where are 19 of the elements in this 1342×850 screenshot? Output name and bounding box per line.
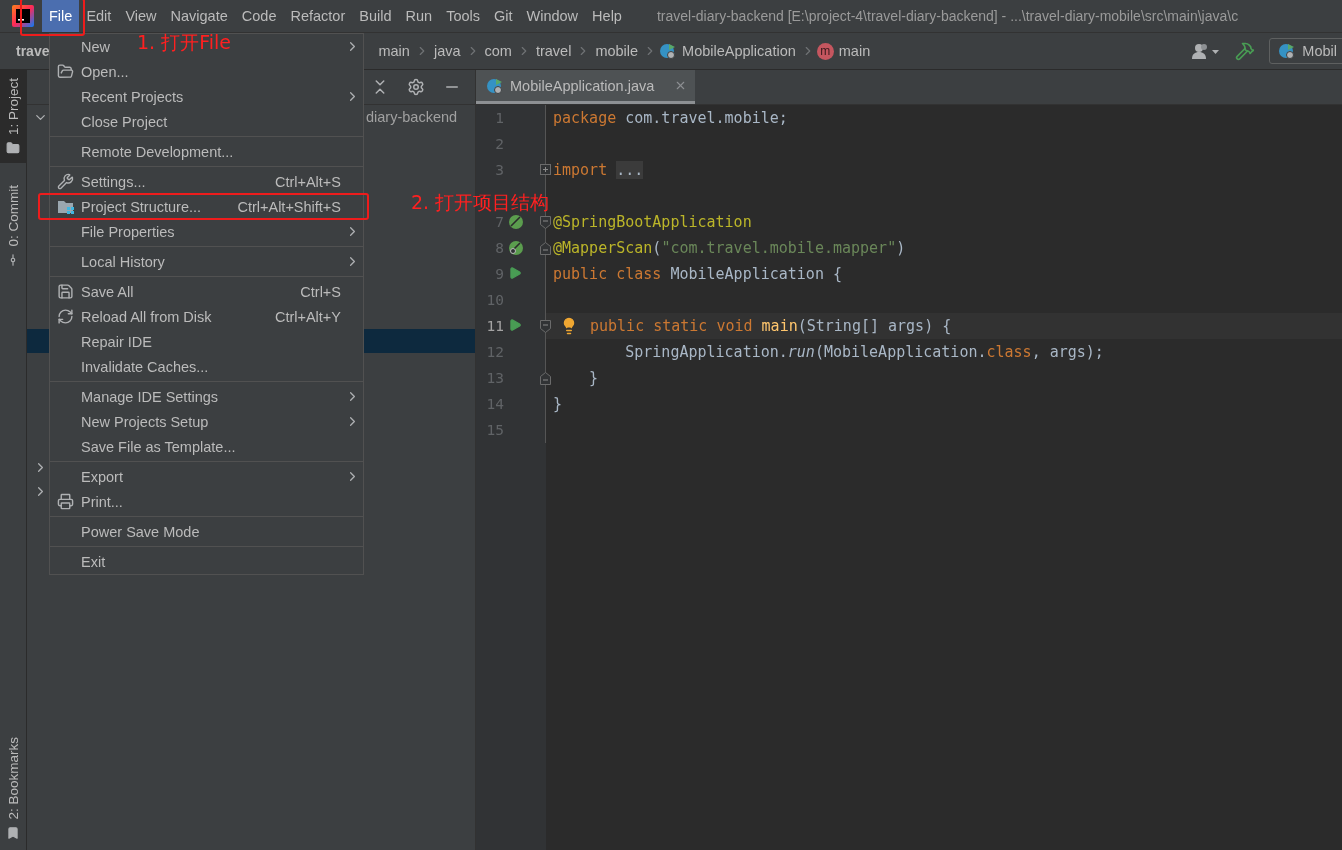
annotation-label: 2. 打开项目结构: [411, 190, 550, 215]
shortcut-label: Ctrl+Alt+Shift+S: [237, 198, 341, 215]
code-line: import ...: [553, 161, 644, 179]
shortcut-label: Ctrl+Alt+Y: [274, 308, 341, 325]
code-line: package com.travel.mobile;: [553, 109, 788, 127]
window-title: travel-diary-backend [E:\project-4\travel-diary-backend] - ...\travel-diary-mobile\src\main\java\c: [656, 8, 1239, 24]
shortcut-label: Ctrl+Alt+S: [274, 173, 341, 190]
code-line: @MapperScan("com.travel.mobile.mapper"): [553, 239, 906, 257]
code-line: }: [588, 369, 599, 387]
code-line: SpringApplication.run(MobileApplication.class, args);: [624, 343, 1104, 361]
tree-label: diary-backend: [366, 109, 458, 125]
code-line: public static void main(String[] args) {: [590, 317, 952, 335]
shortcut-label: Ctrl+S: [300, 283, 341, 300]
line-number: 11: [485, 318, 504, 334]
method-badge: m: [816, 42, 834, 60]
code-line: }: [553, 395, 563, 413]
code-line: public class MobileApplication {: [553, 265, 842, 283]
annotation-label: 1. 打开File: [137, 30, 231, 55]
code-line: @SpringBootApplication: [553, 213, 752, 231]
